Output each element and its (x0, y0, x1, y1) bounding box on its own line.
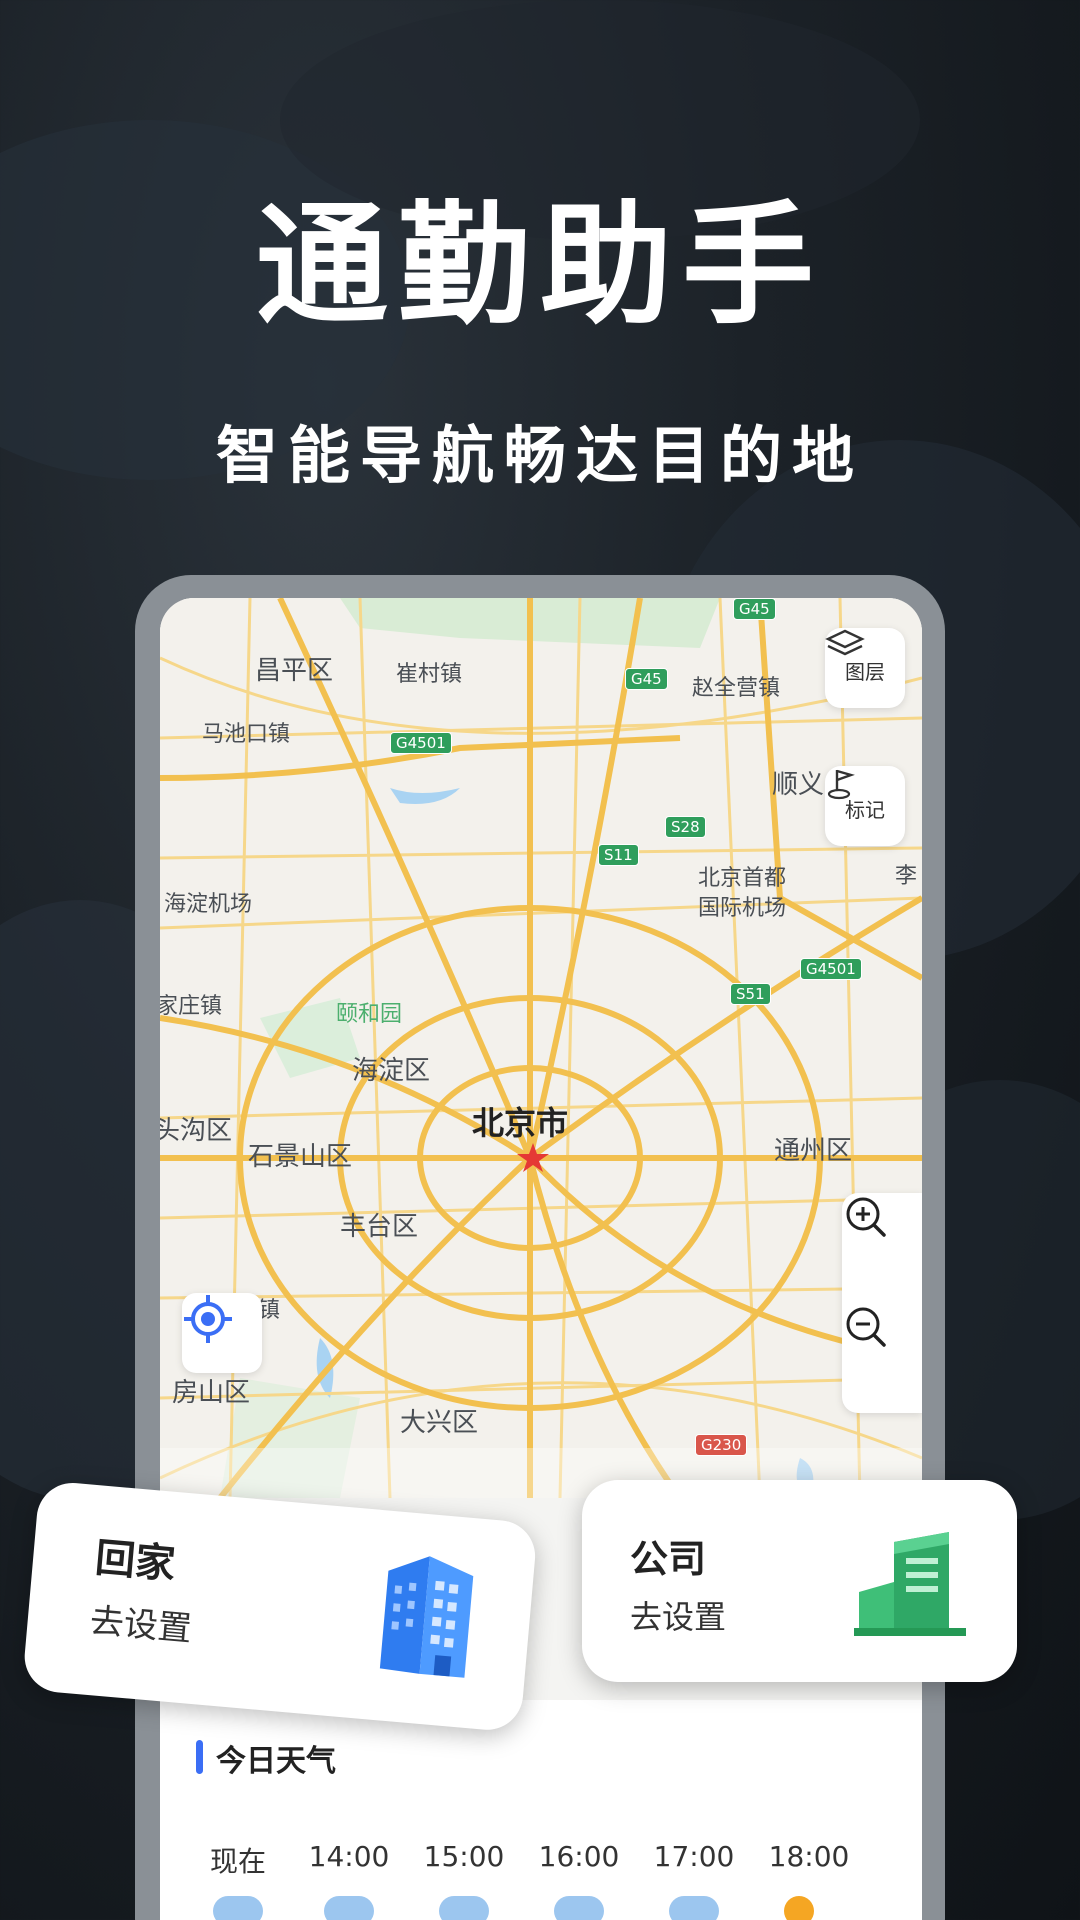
road-badge-g4501-left: G4501 (390, 732, 452, 754)
map-label-li: 李 (895, 864, 918, 889)
work-card-subtitle: 去设置 (630, 1598, 727, 1636)
green-building-icon (854, 1532, 966, 1636)
flag-marker-icon (827, 769, 855, 800)
map-label-machikou: 马池口镇 (202, 722, 291, 747)
map-label-tongzhou: 通州区 (774, 1136, 853, 1166)
work-card-title: 公司 (630, 1537, 707, 1581)
map-label-mentougou: 头沟区 (160, 1116, 233, 1146)
map-label-capital-airport-2: 国际机场 (698, 896, 787, 921)
road-badge-s51: S51 (730, 983, 771, 1005)
hour-label: 18:00 (768, 1840, 850, 1873)
map-label-haidian: 海淀区 (352, 1056, 431, 1086)
work-card[interactable]: 公司 去设置 (582, 1480, 1017, 1682)
zoom-out-icon (846, 1307, 886, 1347)
weather-hours: 现在 14:00 15:00 16:00 17:00 18:00 (160, 1840, 922, 1880)
hour-label: 17:00 (653, 1840, 735, 1873)
map-label-daxing: 大兴区 (400, 1408, 479, 1438)
weather-panel: 今日天气 现在 14:00 15:00 16:00 17:00 18:00 (160, 1700, 922, 1920)
hour-label: 15:00 (423, 1840, 505, 1873)
cloud-rain-icon (554, 1896, 604, 1920)
hour-label: 14:00 (308, 1840, 390, 1873)
road-badge-g45: G45 (625, 668, 668, 690)
home-card-subtitle: 去设置 (88, 1600, 194, 1650)
map-label-fangshan: 房山区 (172, 1378, 251, 1408)
road-badge-g230: G230 (695, 1434, 748, 1456)
map-label-cuncun: 崔村镇 (396, 662, 463, 687)
blue-building-icon (379, 1556, 474, 1678)
zoom-out-button[interactable] (842, 1303, 922, 1413)
cloud-rain-icon (439, 1896, 489, 1920)
map-label-haidian-airport: 海淀机场 (164, 892, 253, 917)
road-badge-g4501-right: G4501 (800, 958, 862, 980)
map-label-capital-airport-1: 北京首都 (698, 866, 787, 891)
cloud-rain-icon (324, 1896, 374, 1920)
layers-icon (825, 629, 865, 656)
marker-button[interactable]: 标记 (825, 766, 905, 846)
hour-label: 16:00 (538, 1840, 620, 1873)
map-label-shunyi: 顺义 (772, 770, 825, 800)
map-label-yiheyuan: 颐和园 (336, 1002, 403, 1027)
sun-cloud-icon (784, 1896, 814, 1920)
zoom-in-icon (846, 1197, 886, 1237)
road-badge-s11: S11 (598, 844, 639, 866)
locate-target-icon (184, 1295, 232, 1343)
locate-button[interactable] (182, 1293, 262, 1373)
hour-label: 现在 (209, 1845, 266, 1878)
cloud-rain-icon (669, 1896, 719, 1920)
home-card[interactable]: 回家 去设置 (21, 1480, 539, 1733)
map-view[interactable]: 昌平区 崔村镇 赵全营镇 马池口镇 顺义 海淀机场 北京首都 国际机场 李 颐和… (160, 598, 922, 1498)
map-label-fengtai: 丰台区 (340, 1212, 419, 1242)
map-label-shijingshan: 石景山区 (248, 1142, 353, 1172)
map-label-zhaoquanying: 赵全营镇 (692, 676, 781, 701)
cloud-rain-icon (213, 1896, 263, 1920)
map-label-changping: 昌平区 (255, 656, 334, 686)
road-badge-g45-top: G45 (733, 598, 776, 620)
layers-button[interactable]: 图层 (825, 628, 905, 708)
map-label-beijing: 北京市 (472, 1104, 569, 1142)
weather-title-accent (196, 1740, 203, 1774)
weather-title: 今日天气 (216, 1744, 336, 1779)
road-badge-s28: S28 (665, 816, 706, 838)
zoom-in-button[interactable] (842, 1193, 922, 1303)
promo-subheadline: 智能导航畅达目的地 (215, 419, 864, 492)
map-label-zhuangzhen: 家庄镇 (160, 994, 223, 1019)
home-card-title: 回家 (93, 1535, 178, 1589)
zoom-controls (842, 1193, 922, 1413)
promo-headline: 通勤助手 (256, 189, 824, 343)
